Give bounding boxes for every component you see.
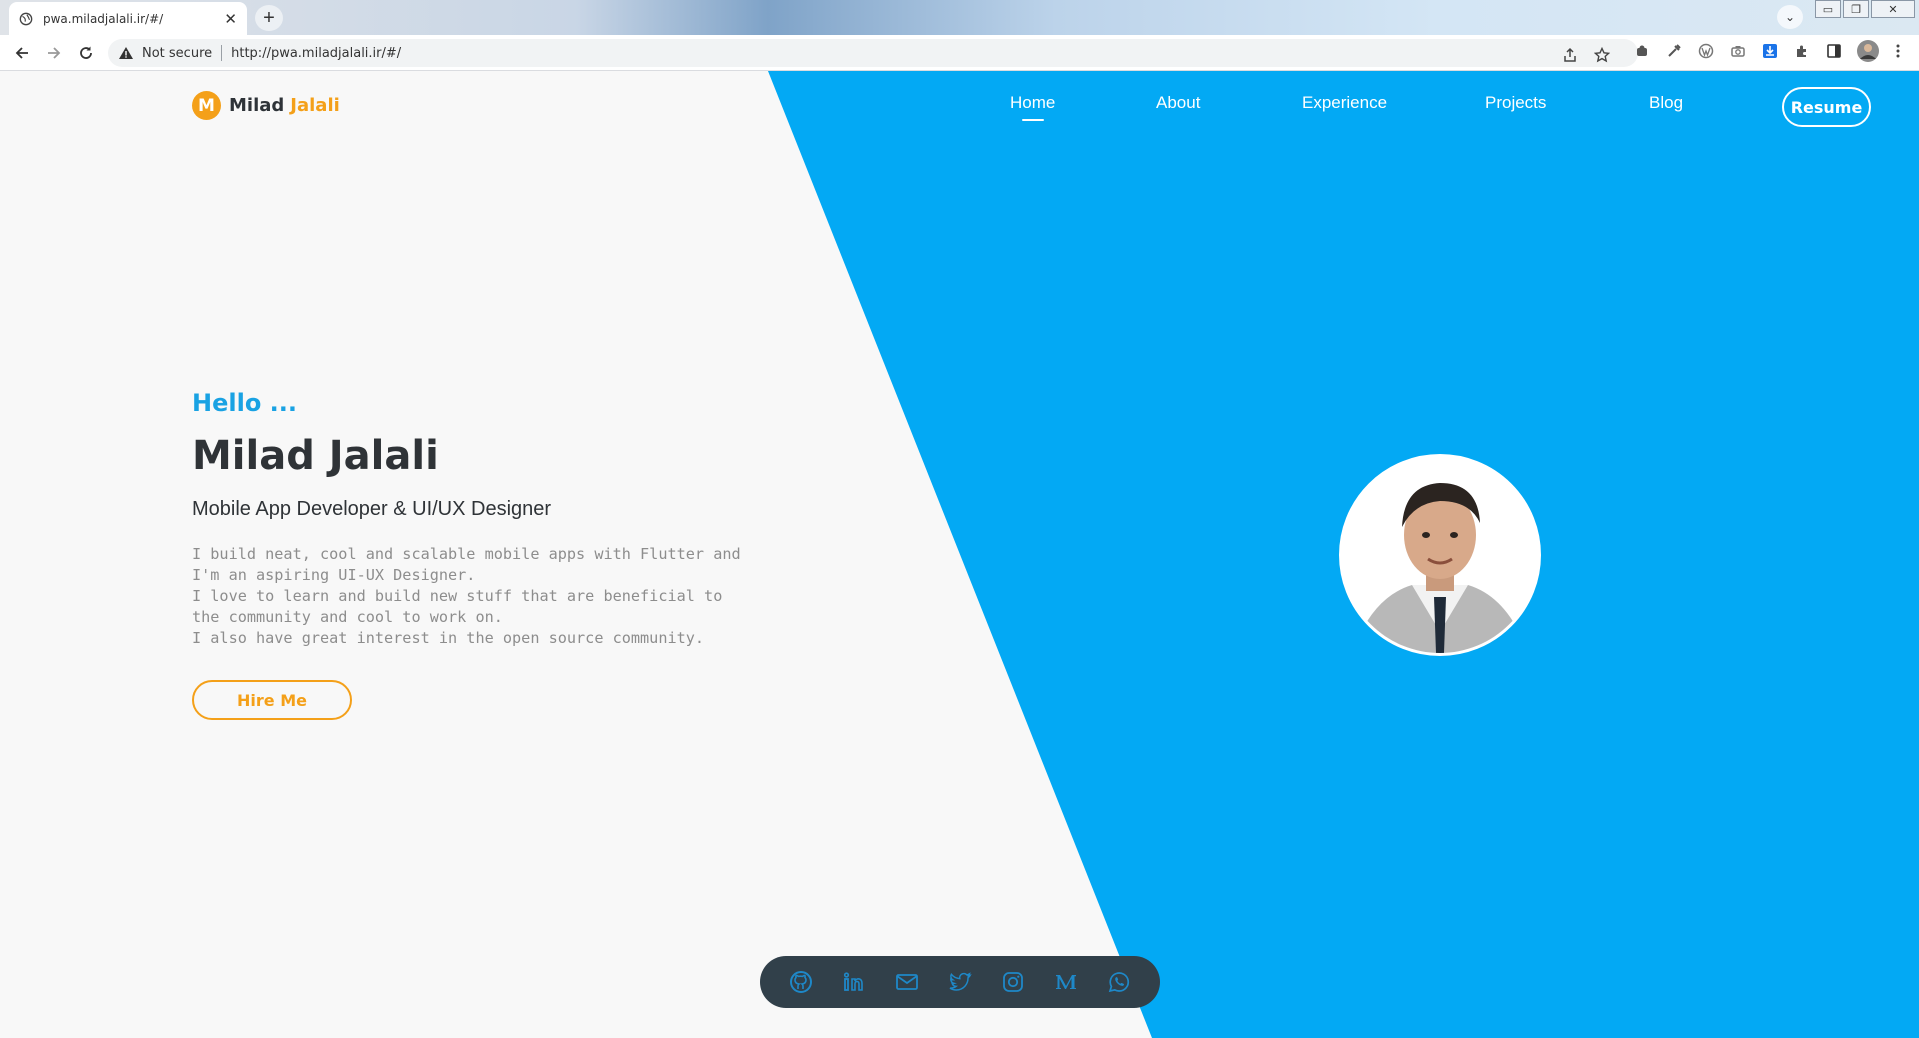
browser-toolbar: Not secure http://pwa.miladjalali.ir/#/: [0, 35, 1919, 71]
hero-description-line: I also have great interest in the open s…: [192, 629, 705, 647]
social-links-bar: [760, 956, 1160, 1008]
github-icon[interactable]: [788, 969, 814, 995]
resume-button[interactable]: Resume: [1782, 87, 1871, 127]
nav-experience[interactable]: Experience: [1302, 93, 1387, 113]
whatsapp-icon[interactable]: [1106, 969, 1132, 995]
eyedropper-icon[interactable]: [1664, 41, 1684, 61]
logo-last-name: Jalali: [290, 95, 340, 116]
email-icon[interactable]: [894, 969, 920, 995]
logo-mark: M: [192, 91, 221, 120]
twitter-icon[interactable]: [947, 969, 973, 995]
tab-close-icon[interactable]: ✕: [224, 10, 237, 28]
hero-description-line: I build neat, cool and scalable mobile a…: [192, 545, 741, 584]
portfolio-page: M Milad Jalali Home About Experience Pro…: [0, 71, 1919, 1038]
address-separator: [221, 45, 223, 61]
site-logo[interactable]: M Milad Jalali: [192, 91, 340, 120]
browser-tab[interactable]: pwa.miladjalali.ir/#/ ✕: [9, 2, 247, 35]
logo-first-name: Milad: [229, 95, 285, 116]
download-icon[interactable]: [1760, 41, 1780, 61]
wordpress-icon[interactable]: [1696, 41, 1716, 61]
tab-title: pwa.miladjalali.ir/#/: [43, 11, 164, 26]
puzzle-icon[interactable]: [1792, 41, 1812, 61]
nav-blog[interactable]: Blog: [1649, 93, 1683, 113]
reload-button[interactable]: [72, 39, 100, 67]
hero-description: I build neat, cool and scalable mobile a…: [192, 544, 752, 649]
star-icon[interactable]: [1592, 45, 1612, 65]
close-icon[interactable]: ✕: [1871, 0, 1915, 18]
medium-icon[interactable]: [1053, 969, 1079, 995]
minimize-icon[interactable]: ▭: [1815, 0, 1841, 18]
globe-icon: [19, 12, 33, 25]
profile-avatar[interactable]: [1856, 39, 1880, 63]
url-text[interactable]: http://pwa.miladjalali.ir/#/: [231, 46, 401, 61]
new-tab-button[interactable]: +: [255, 5, 283, 31]
browser-tab-strip: pwa.miladjalali.ir/#/ ✕ + ⌄ ▭ ❐ ✕: [0, 0, 1919, 35]
tab-search-chevron-icon[interactable]: ⌄: [1777, 5, 1803, 29]
instagram-icon[interactable]: [1000, 969, 1026, 995]
back-button[interactable]: [8, 39, 36, 67]
nav-about[interactable]: About: [1156, 93, 1200, 113]
warning-icon: [119, 47, 133, 59]
address-bar[interactable]: Not secure http://pwa.miladjalali.ir/#/: [108, 39, 1638, 67]
menu-icon[interactable]: [1888, 41, 1908, 61]
hero-greeting: Hello ...: [192, 389, 298, 417]
sidepanel-icon[interactable]: [1824, 41, 1844, 61]
forward-button[interactable]: [40, 39, 68, 67]
reload-icon: [80, 46, 92, 59]
hire-me-button[interactable]: Hire Me: [192, 680, 352, 720]
profile-photo: [1339, 454, 1541, 656]
hero-description-line: I love to learn and build new stuff that…: [192, 587, 723, 626]
extension-icon[interactable]: [1632, 41, 1652, 61]
hero-name: Milad Jalali: [192, 433, 439, 479]
nav-home[interactable]: Home: [1010, 93, 1055, 121]
not-secure-label[interactable]: Not secure: [142, 46, 212, 61]
forward-arrow-icon: [48, 47, 61, 59]
linkedin-icon[interactable]: [841, 969, 867, 995]
back-arrow-icon: [15, 47, 28, 59]
hero-role: Mobile App Developer & UI/UX Designer: [192, 498, 552, 520]
camera-icon[interactable]: [1728, 41, 1748, 61]
share-icon[interactable]: [1560, 45, 1580, 65]
nav-projects[interactable]: Projects: [1485, 93, 1546, 113]
restore-icon[interactable]: ❐: [1843, 0, 1869, 18]
